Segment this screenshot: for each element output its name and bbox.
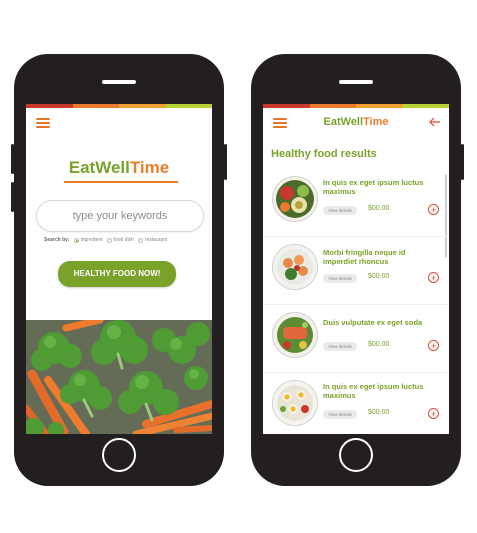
- item-price: $00.00: [368, 205, 390, 212]
- view-details-button[interactable]: View details: [323, 410, 357, 419]
- view-details-button[interactable]: View details: [323, 206, 357, 215]
- plus-circle-icon[interactable]: +: [428, 272, 439, 283]
- side-button: [461, 144, 464, 180]
- healthy-food-now-button[interactable]: HEALTHY FOOD NOW!: [58, 261, 176, 287]
- side-button: [11, 144, 14, 174]
- app-logo: EatWellTime: [323, 116, 389, 128]
- list-item[interactable]: Duis vulputate ex eget soda View details…: [263, 304, 449, 373]
- plus-circle-icon[interactable]: +: [428, 340, 439, 351]
- item-title[interactable]: Morbi fringilla neque id imperdiet rhonc…: [323, 248, 437, 266]
- list-item[interactable]: In quis ex eget ipsum luctus maximus Vie…: [263, 372, 449, 434]
- food-thumbnail: [272, 176, 318, 222]
- plus-circle-icon[interactable]: +: [428, 204, 439, 215]
- search-input[interactable]: type your keywords: [36, 200, 204, 232]
- radio-label: food dish: [113, 237, 134, 243]
- food-thumbnail: [272, 380, 318, 426]
- food-thumbnail: [272, 244, 318, 290]
- radio-restaurant[interactable]: [137, 237, 143, 243]
- radio-ingredient[interactable]: [73, 237, 79, 243]
- item-price: $00.00: [368, 273, 390, 280]
- search-by-label: Search by:: [44, 237, 70, 243]
- view-details-button[interactable]: View details: [323, 274, 357, 283]
- search-by-options: Search by: ingredient food dish restaura…: [44, 237, 167, 243]
- phone-left: EatWellTime type your keywords Search by…: [11, 54, 227, 486]
- item-price: $00.00: [368, 409, 390, 416]
- hamburger-icon[interactable]: [36, 118, 50, 128]
- item-price: $00.00: [368, 341, 390, 348]
- speaker: [339, 80, 373, 84]
- speaker: [102, 80, 136, 84]
- home-button[interactable]: [339, 438, 373, 472]
- color-stripe: [263, 104, 449, 108]
- item-title[interactable]: In quis ex eget ipsum luctus maximus: [323, 382, 437, 400]
- side-button: [224, 144, 227, 180]
- logo-underline: [64, 181, 178, 183]
- view-details-button[interactable]: View details: [323, 342, 357, 351]
- results-screen: EatWellTime Healthy food results In quis…: [263, 104, 449, 434]
- side-button: [11, 182, 14, 212]
- plus-circle-icon[interactable]: +: [428, 408, 439, 419]
- item-title[interactable]: Duis vulputate ex eget soda: [323, 318, 437, 327]
- arrow-left-icon[interactable]: [429, 117, 441, 127]
- results-title: Healthy food results: [271, 148, 377, 160]
- home-screen: EatWellTime type your keywords Search by…: [26, 104, 212, 434]
- color-stripe: [26, 104, 212, 108]
- vegetables-image: [26, 320, 212, 434]
- radio-label: restaurant: [144, 237, 168, 243]
- list-item[interactable]: Morbi fringilla neque id imperdiet rhonc…: [263, 236, 449, 305]
- food-thumbnail: [272, 312, 318, 358]
- radio-label: ingredient: [80, 237, 103, 243]
- home-button[interactable]: [102, 438, 136, 472]
- list-item[interactable]: In quis ex eget ipsum luctus maximus Vie…: [263, 168, 449, 237]
- phone-right: EatWellTime Healthy food results In quis…: [251, 54, 464, 486]
- item-title[interactable]: In quis ex eget ipsum luctus maximus: [323, 178, 437, 196]
- app-logo: EatWellTime: [68, 158, 170, 177]
- radio-food-dish[interactable]: [106, 237, 112, 243]
